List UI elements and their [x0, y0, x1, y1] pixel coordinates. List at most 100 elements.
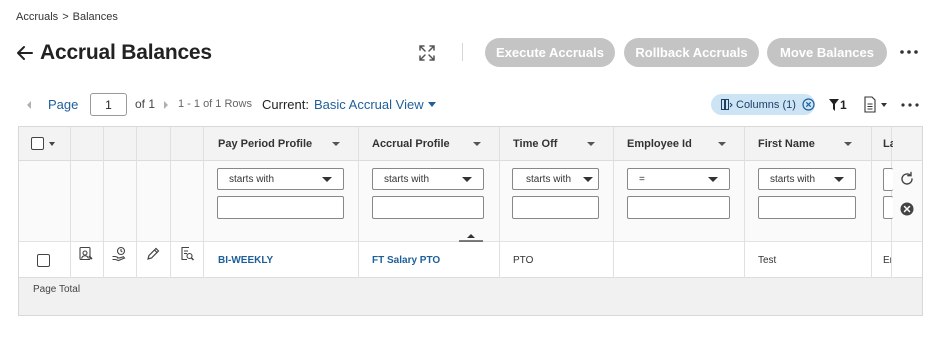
page-count: of 1	[135, 97, 156, 111]
column-header-label: Accrual Profile	[372, 138, 450, 150]
chevron-down-icon	[583, 177, 593, 182]
filter-operator-value: =	[639, 173, 645, 185]
breadcrumb-current: Balances	[72, 11, 118, 23]
accrual-profile-link[interactable]: FT Salary PTO	[372, 255, 440, 266]
current-view-value: Basic Accrual View	[314, 97, 424, 112]
clear-filters-icon[interactable]	[899, 201, 915, 217]
employee-id-filter-operator[interactable]: =	[627, 168, 730, 190]
columns-filter-chip[interactable]: Columns (1)	[711, 94, 815, 115]
page-label: Page	[48, 97, 79, 112]
divider	[462, 43, 463, 61]
column-divider	[103, 127, 104, 278]
time-off-cell: PTO	[513, 254, 534, 266]
breadcrumb-separator: >	[62, 11, 69, 23]
filter-operator-value: starts with	[526, 173, 572, 185]
chevron-down-icon	[462, 177, 472, 182]
column-divider	[871, 127, 872, 278]
row-select-checkbox[interactable]	[37, 254, 50, 267]
export-icon[interactable]	[862, 96, 888, 114]
filter-operator-value: starts with	[229, 173, 275, 185]
view-details-icon[interactable]	[78, 246, 94, 262]
accrual-profile-filter-operator[interactable]: starts with	[372, 168, 484, 190]
title-row: Accrual Balances	[16, 40, 212, 66]
accrual-profile-filter-input[interactable]	[372, 196, 484, 219]
column-header-label: La	[883, 138, 893, 150]
select-all-checkbox[interactable]	[31, 137, 44, 150]
audit-search-icon[interactable]	[179, 246, 195, 262]
breadcrumb-parent[interactable]: Accruals	[16, 11, 58, 23]
column-divider	[70, 127, 71, 278]
more-actions-icon[interactable]	[898, 43, 920, 61]
column-header-last-name[interactable]: La	[883, 127, 893, 161]
resize-handle-icon[interactable]	[458, 229, 484, 242]
first-name-filter-input[interactable]	[758, 196, 856, 219]
page-title: Accrual Balances	[40, 41, 212, 64]
refresh-icon[interactable]	[899, 171, 915, 187]
move-balances-button[interactable]: Move Balances	[767, 38, 887, 67]
column-menu-icon[interactable]	[844, 142, 852, 146]
column-divider	[744, 127, 745, 278]
time-off-filter-operator[interactable]: starts with	[512, 168, 599, 190]
chevron-down-icon	[708, 177, 718, 182]
accrual-balances-grid: Pay Period Profile Accrual Profile Time …	[18, 126, 923, 316]
last-name-cell: Er	[883, 254, 891, 266]
clear-chip-icon[interactable]	[802, 98, 815, 111]
page-number-input[interactable]	[90, 93, 127, 116]
columns-icon	[721, 99, 733, 110]
column-menu-icon[interactable]	[332, 142, 340, 146]
back-arrow-icon[interactable]	[16, 44, 34, 62]
rollback-accruals-button[interactable]: Rollback Accruals	[624, 38, 759, 67]
column-divider	[613, 127, 614, 278]
column-header-label: Employee Id	[627, 138, 692, 150]
time-off-filter-input[interactable]	[512, 196, 599, 219]
employee-id-filter-input[interactable]	[627, 196, 730, 219]
next-page-icon[interactable]	[161, 98, 171, 112]
accrual-profile-cell[interactable]: FT Salary PTO	[372, 242, 440, 278]
column-header-time-off[interactable]: Time Off	[513, 127, 613, 161]
column-menu-icon[interactable]	[587, 142, 595, 146]
column-divider	[499, 127, 500, 278]
column-header-label: First Name	[758, 138, 815, 150]
column-divider	[170, 127, 171, 278]
filter-icon[interactable]: 1	[829, 97, 849, 113]
pay-period-profile-cell[interactable]: BI-WEEKLY	[218, 242, 273, 278]
column-header-label: Pay Period Profile	[218, 138, 313, 150]
column-header-employee-id[interactable]: Employee Id	[627, 127, 744, 161]
current-view-dropdown[interactable]: Basic Accrual View	[314, 97, 436, 112]
prev-page-icon[interactable]	[24, 98, 34, 112]
column-header-pay-period-profile[interactable]: Pay Period Profile	[218, 127, 358, 161]
column-divider	[136, 127, 137, 278]
breadcrumb: Accruals > Balances	[16, 11, 118, 23]
execute-accruals-button[interactable]: Execute Accruals	[485, 38, 615, 67]
columns-chip-label: Columns (1)	[736, 98, 796, 111]
grid-toolbar: Page of 1 1 - 1 of 1 Rows Current: Basic…	[16, 93, 926, 117]
pay-period-profile-filter-operator[interactable]: starts with	[217, 168, 344, 190]
page-total-label: Page Total	[33, 284, 81, 295]
page-total-row	[19, 278, 922, 315]
current-view-label: Current:	[262, 97, 309, 112]
column-header-first-name[interactable]: First Name	[758, 127, 871, 161]
chevron-down-icon	[834, 177, 844, 182]
last-name-filter-operator[interactable]	[883, 168, 893, 191]
first-name-cell: Test	[758, 254, 777, 266]
select-menu-chevron-icon[interactable]	[49, 142, 55, 146]
chevron-down-icon	[322, 177, 332, 182]
filter-operator-value: starts with	[384, 173, 430, 185]
column-divider	[203, 127, 204, 278]
pay-period-profile-filter-input[interactable]	[217, 196, 344, 219]
grid-more-icon[interactable]	[900, 97, 920, 113]
column-divider	[358, 127, 359, 278]
column-header-label: Time Off	[513, 138, 558, 150]
column-menu-icon[interactable]	[718, 142, 726, 146]
pay-period-profile-link[interactable]: BI-WEEKLY	[218, 255, 273, 266]
expand-icon[interactable]	[418, 44, 436, 62]
column-menu-icon[interactable]	[473, 142, 481, 146]
rows-summary: 1 - 1 of 1 Rows	[178, 98, 252, 110]
last-name-filter-input[interactable]	[883, 196, 893, 219]
filter-count: 1	[840, 98, 847, 112]
column-header-accrual-profile[interactable]: Accrual Profile	[372, 127, 499, 161]
first-name-filter-operator[interactable]: starts with	[758, 168, 856, 190]
edit-pencil-icon[interactable]	[145, 246, 161, 262]
accrual-history-icon[interactable]	[111, 246, 127, 262]
chevron-down-icon	[427, 102, 436, 107]
